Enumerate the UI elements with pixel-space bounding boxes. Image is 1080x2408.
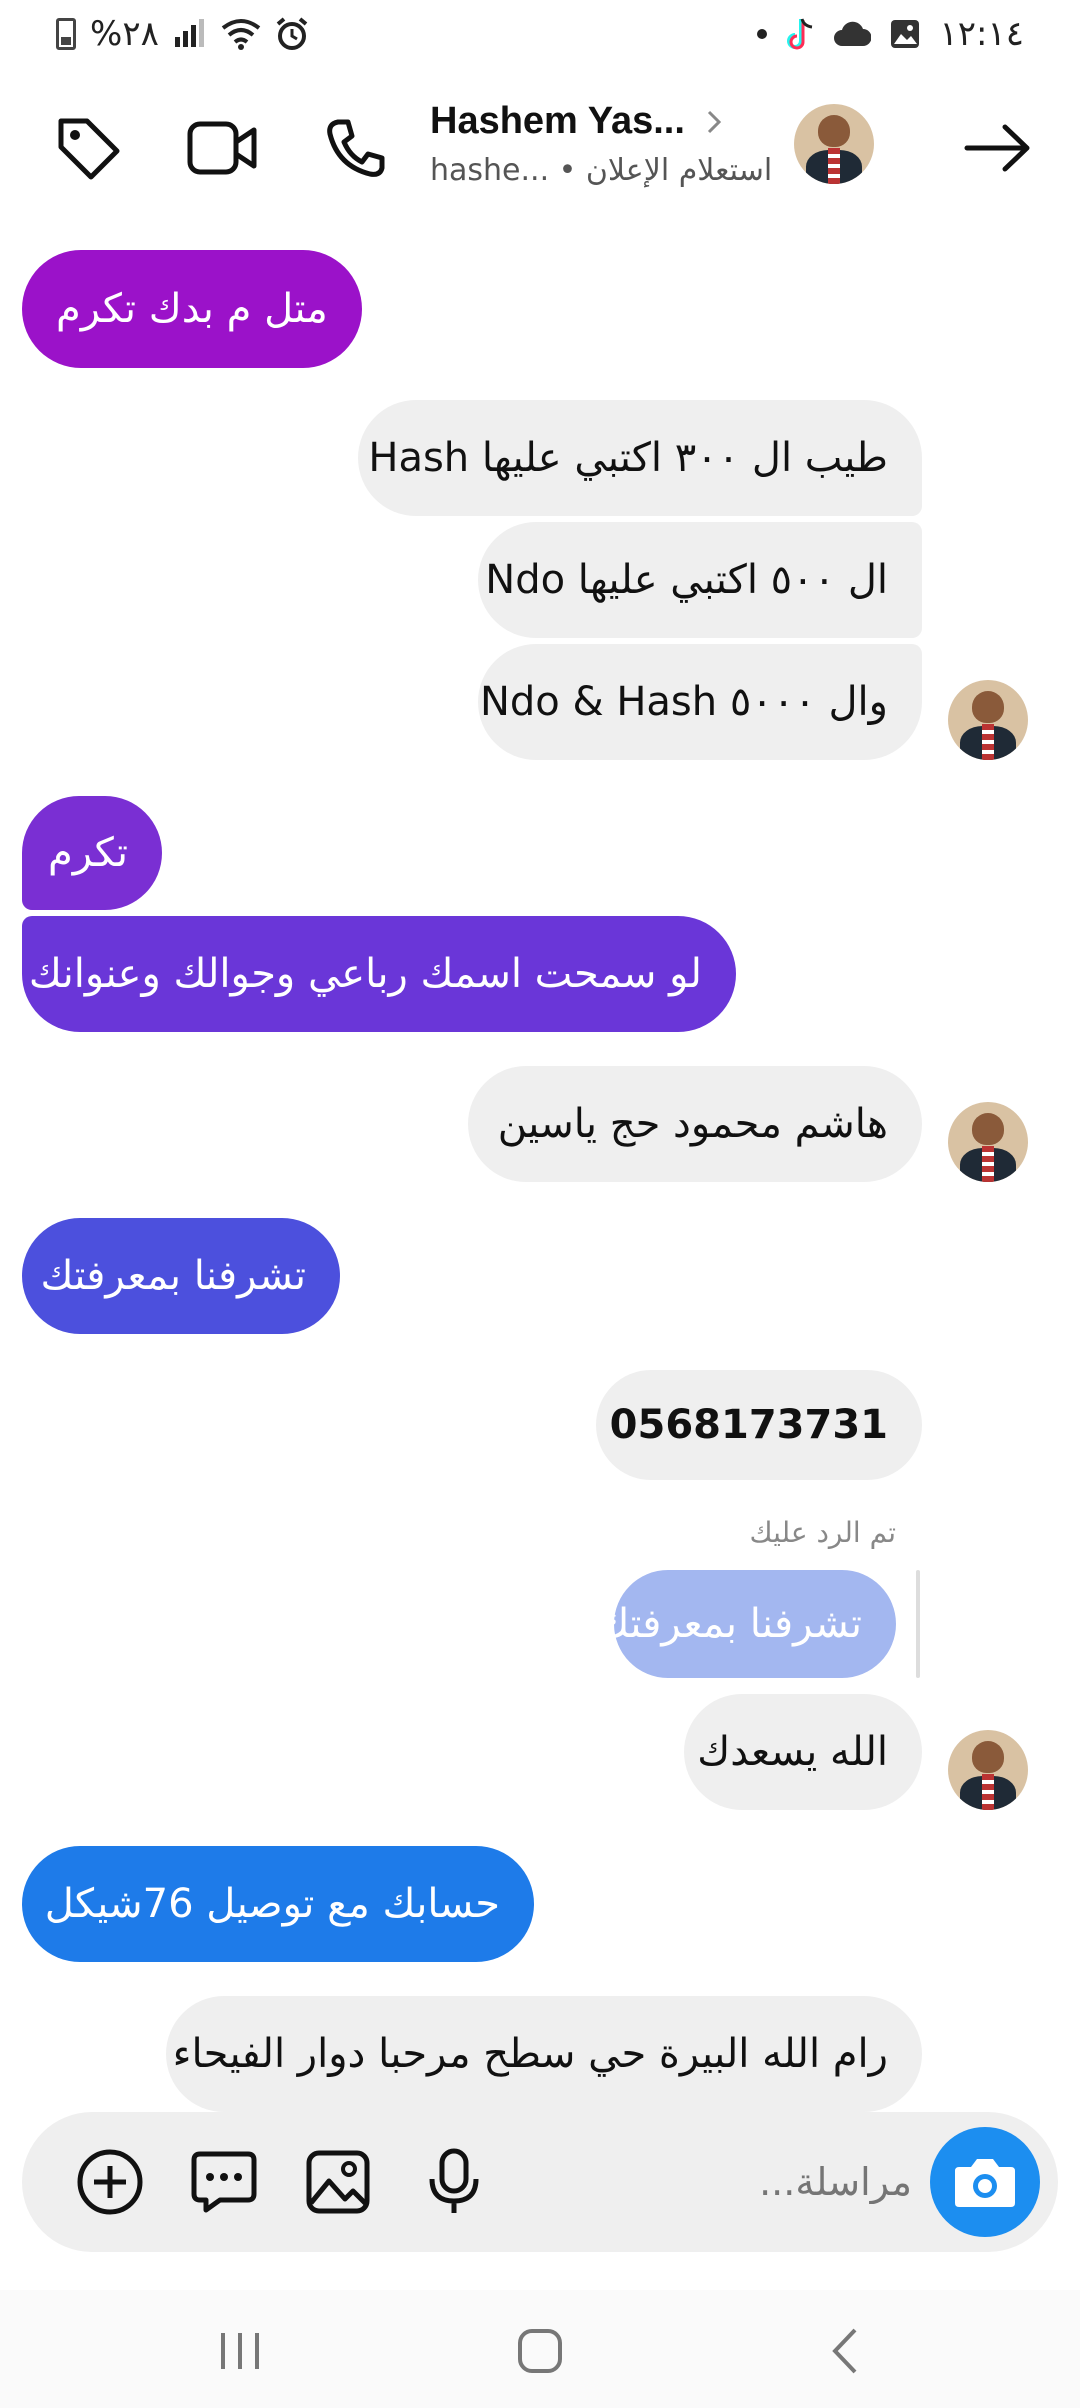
reply-note: تم الرد عليك bbox=[749, 1516, 896, 1549]
home-button[interactable] bbox=[500, 2316, 580, 2386]
status-right: ١٢:١٤ bbox=[757, 14, 1024, 54]
nav-back-button[interactable] bbox=[804, 2316, 884, 2386]
message-outgoing[interactable]: تشرفنا بمعرفتك bbox=[22, 1218, 340, 1334]
notification-dot-icon bbox=[757, 29, 768, 39]
cloud-icon bbox=[834, 21, 872, 46]
tag-icon bbox=[58, 118, 120, 180]
message-outgoing[interactable]: لو سمحت اسمك رباعي وجوالك وعنوانك bbox=[22, 916, 736, 1032]
message-incoming[interactable]: طيب ال ٣٠٠ اكتبي عليها Hash bbox=[358, 400, 922, 516]
home-icon bbox=[518, 2329, 562, 2373]
arrow-right-icon bbox=[964, 124, 1030, 172]
plus-circle-icon bbox=[77, 2149, 143, 2215]
chevron-right-icon bbox=[707, 110, 722, 133]
contact-name: Hashem Yas... bbox=[430, 100, 685, 142]
add-button[interactable] bbox=[70, 2142, 150, 2222]
battery-level: %٢٨ bbox=[90, 14, 159, 54]
system-nav-bar bbox=[0, 2290, 1080, 2408]
recent-apps-button[interactable] bbox=[200, 2316, 280, 2386]
chat-header: Hashem Yas... hashe... • استعلام الإعلان bbox=[0, 88, 1080, 208]
sticker-button[interactable] bbox=[184, 2142, 264, 2222]
reply-indicator bbox=[916, 1570, 920, 1678]
back-button[interactable] bbox=[958, 108, 1038, 188]
contact-avatar[interactable] bbox=[794, 104, 874, 184]
message-outgoing[interactable]: حسابك مع توصيل 76شيكل bbox=[22, 1846, 534, 1962]
sender-avatar[interactable] bbox=[948, 680, 1028, 760]
sender-avatar[interactable] bbox=[948, 1730, 1028, 1810]
sender-avatar[interactable] bbox=[948, 1102, 1028, 1182]
chevron-left-icon bbox=[832, 2328, 857, 2374]
signal-icon bbox=[174, 19, 204, 47]
message-incoming[interactable]: رام الله البيرة حي سطح مرحبا دوار الفيحا… bbox=[166, 1996, 922, 2112]
message-incoming[interactable]: الله يسعدك bbox=[684, 1694, 922, 1810]
recent-apps-icon bbox=[221, 2333, 259, 2369]
microphone-icon bbox=[429, 2148, 479, 2213]
tiktok-icon bbox=[787, 18, 813, 50]
image-icon bbox=[306, 2150, 370, 2214]
chat-bubble-icon bbox=[191, 2151, 257, 2213]
phone-icon bbox=[327, 119, 385, 177]
quoted-message[interactable]: تشرفنا بمعرفتك bbox=[596, 1570, 896, 1678]
tag-button[interactable] bbox=[48, 108, 128, 188]
wifi-icon bbox=[221, 19, 261, 50]
voice-call-button[interactable] bbox=[316, 108, 396, 188]
contact-subtitle: hashe... • استعلام الإعلان bbox=[430, 153, 773, 188]
video-call-icon bbox=[187, 121, 257, 175]
message-input[interactable] bbox=[632, 2152, 912, 2212]
status-left: %٢٨ bbox=[56, 14, 309, 54]
message-composer bbox=[22, 2112, 1058, 2252]
message-thread: متل م بدك تكرم طيب ال ٣٠٠ اكتبي عليها Ha… bbox=[0, 240, 1080, 2112]
message-incoming-phone[interactable]: 0568173731 bbox=[596, 1370, 922, 1480]
status-bar: %٢٨ ١٢:١٤ bbox=[0, 0, 1080, 72]
video-call-button[interactable] bbox=[182, 108, 262, 188]
battery-icon bbox=[56, 18, 76, 50]
message-outgoing[interactable]: تكرم bbox=[22, 796, 162, 910]
message-incoming[interactable]: ال ٥٠٠ اكتبي عليها Ndo bbox=[478, 522, 922, 638]
alarm-icon bbox=[276, 17, 308, 50]
message-incoming[interactable]: وال ٥٠٠٠ Ndo & Hash bbox=[478, 644, 922, 760]
gallery-button[interactable] bbox=[298, 2142, 378, 2222]
camera-icon bbox=[955, 2159, 1015, 2207]
gallery-icon bbox=[891, 20, 920, 48]
camera-button[interactable] bbox=[930, 2127, 1040, 2237]
message-incoming[interactable]: هاشم محمود حج ياسين bbox=[468, 1066, 922, 1182]
voice-message-button[interactable] bbox=[414, 2142, 494, 2222]
clock: ١٢:١٤ bbox=[939, 14, 1024, 54]
contact-title[interactable]: Hashem Yas... hashe... • استعلام الإعلان bbox=[430, 100, 773, 188]
message-outgoing[interactable]: متل م بدك تكرم bbox=[22, 250, 362, 368]
